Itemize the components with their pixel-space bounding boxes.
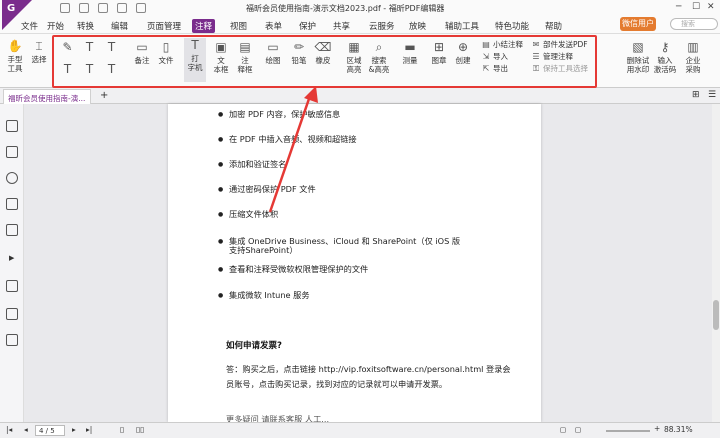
page-number-input[interactable]: 4 / 5 bbox=[35, 425, 65, 436]
single-page-icon[interactable]: ▯ bbox=[120, 425, 124, 434]
arrow-line bbox=[268, 92, 313, 213]
red-arrow bbox=[268, 86, 318, 213]
two-page-icon[interactable]: ▯▯ bbox=[136, 425, 144, 434]
zoom-level[interactable]: 88.31% bbox=[664, 425, 693, 434]
last-page-icon[interactable]: ▸| bbox=[86, 425, 92, 434]
vertical-scrollbar[interactable] bbox=[712, 104, 720, 422]
zoom-in-icon[interactable]: + bbox=[654, 424, 660, 433]
next-page-icon[interactable]: ▸ bbox=[72, 425, 76, 434]
fit-page-icon[interactable]: ◻ bbox=[575, 425, 581, 434]
status-bar: |◂ ◂ 4 / 5 ▸ ▸| ▯ ▯▯ ◻ ◻ + 88.31% bbox=[0, 422, 720, 438]
arrow-head bbox=[304, 86, 318, 103]
prev-page-icon[interactable]: ◂ bbox=[24, 425, 28, 434]
first-page-icon[interactable]: |◂ bbox=[6, 425, 12, 434]
fit-width-icon[interactable]: ◻ bbox=[560, 425, 566, 434]
zoom-slider[interactable] bbox=[606, 430, 650, 432]
scrollbar-thumb[interactable] bbox=[713, 300, 719, 330]
